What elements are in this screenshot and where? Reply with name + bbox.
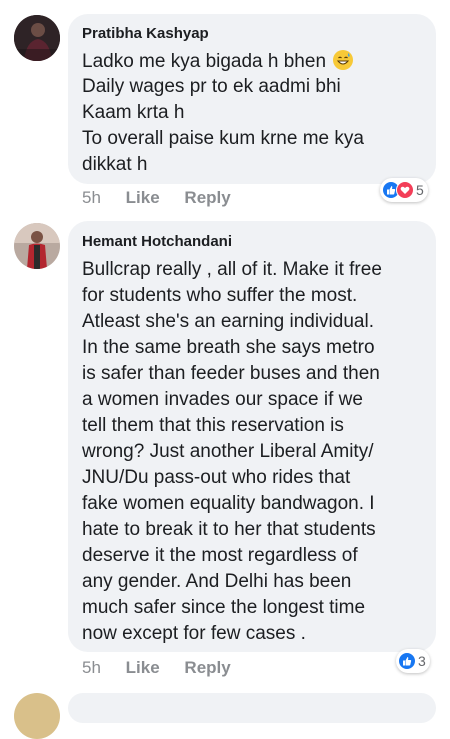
comment-text-line: for students who suffer the most. [82,285,358,306]
comment-text-line: Kaam krta h [82,102,185,123]
like-button[interactable]: Like [126,188,160,207]
avatar[interactable] [14,15,60,61]
comment-author[interactable]: Hemant Hotchandani [82,233,232,250]
like-button[interactable]: Like [126,658,160,677]
comment-text-line: is safer than feeder buses and then [82,363,380,384]
like-reaction-icon [398,652,416,670]
timestamp[interactable]: 5h [82,658,101,677]
comment-text-line: hate to break it to her that students [82,519,376,540]
grinning-sweat-emoji-icon [333,50,354,70]
comment-text-line: To overall paise kum krne me kya [82,128,364,149]
timestamp[interactable]: 5h [82,188,101,207]
comment-text-line: JNU/Du pass-out who rides that [82,467,351,488]
reply-button[interactable]: Reply [184,188,230,207]
comment-text-line: Atleast she's an earning individual. [82,311,374,332]
avatar[interactable] [14,693,60,739]
reply-button[interactable]: Reply [184,658,230,677]
comment-bubble[interactable]: Hemant Hotchandani Bullcrap really , all… [68,221,436,652]
comment-author[interactable]: Pratibha Kashyap [82,25,209,42]
comment-text-line: deserve it the most regardless of [82,545,358,566]
comment-meta: 5h Like Reply [82,188,231,208]
comment-text-line: tell them that this reservation is [82,415,344,436]
comment-text-line: any gender. And Delhi has been [82,571,352,592]
comment-bubble[interactable] [68,693,436,723]
comment-bubble[interactable]: Pratibha Kashyap Ladko me kya bigada h b… [68,14,436,184]
reactions-summary[interactable]: 5 [380,178,428,202]
reaction-count: 3 [418,653,426,669]
comment-text-line: much safer since the longest time [82,597,366,618]
comment-meta: 5h Like Reply [82,658,231,678]
reactions-summary[interactable]: 3 [396,649,430,673]
comment-text-line: Daily wages pr to ek aadmi bhi [82,76,341,97]
avatar[interactable] [14,223,60,269]
comment-text-line: now except for few cases . [82,623,306,644]
comment-text-line: Bullcrap really , all of it. Make it fre… [82,259,382,280]
comment-text-line: Ladko me kya bigada h bhen [82,51,327,72]
comment-text-line: fake women equality bandwagon. I [82,493,375,514]
reaction-count: 5 [416,182,424,198]
comment-text-line: In the same breath she says metro [82,337,375,358]
love-reaction-icon [396,181,414,199]
comment-text-line: wrong? Just another Liberal Amity/ [82,441,374,462]
comment-text-line: a women invades our space if we [82,389,363,410]
comment-text-line: dikkat h [82,154,148,175]
